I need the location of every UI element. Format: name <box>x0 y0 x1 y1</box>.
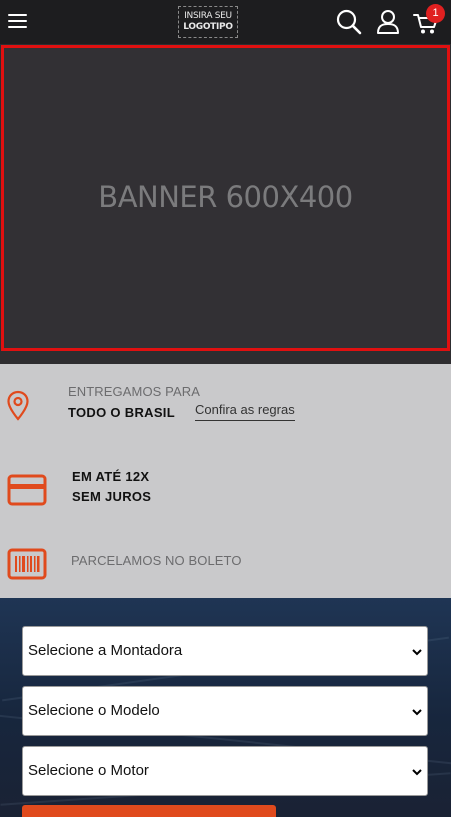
credit-card-icon <box>7 474 47 506</box>
info-strip: ENTREGAMOS PARA TODO O BRASIL Confira as… <box>0 364 451 598</box>
chevron-down-icon <box>412 709 422 716</box>
search-icon[interactable] <box>335 8 363 36</box>
make-select-value: Selecione a Montadora <box>28 642 183 659</box>
engine-select-value: Selecione o Motor <box>28 762 149 779</box>
header: INSIRA SEU LOGOTIPO 1 <box>0 0 451 44</box>
cart-count-badge: 1 <box>426 4 445 23</box>
rules-link[interactable]: Confira as regras <box>195 402 295 421</box>
barcode-icon <box>7 548 47 580</box>
search-vehicle-button[interactable] <box>22 805 276 817</box>
engine-select[interactable]: Selecione o Motor <box>22 746 428 796</box>
installments-line1: EM ATÉ 12X <box>72 469 150 484</box>
location-pin-icon <box>7 390 29 421</box>
delivery-label: ENTREGAMOS PARA <box>68 384 201 399</box>
boleto-text: PARCELAMOS NO BOLETO <box>71 553 242 568</box>
logo-line2: LOGOTIPO <box>183 22 233 32</box>
model-select-value: Selecione o Modelo <box>28 702 160 719</box>
logo[interactable]: INSIRA SEU LOGOTIPO <box>178 6 238 38</box>
menu-icon[interactable] <box>8 12 28 30</box>
vehicle-filter: Selecione a Montadora Selecione o Modelo… <box>0 598 451 817</box>
installments-line2: SEM JUROS <box>72 489 152 504</box>
banner-text: BANNER 600X400 <box>98 180 353 214</box>
chevron-down-icon <box>412 649 422 656</box>
delivery-value: TODO O BRASIL <box>68 405 175 420</box>
banner[interactable]: BANNER 600X400 <box>1 45 450 351</box>
logo-line1: INSIRA SEU <box>184 11 232 21</box>
make-select[interactable]: Selecione a Montadora <box>22 626 428 676</box>
user-icon[interactable] <box>374 8 402 36</box>
chevron-down-icon <box>412 769 422 776</box>
model-select[interactable]: Selecione o Modelo <box>22 686 428 736</box>
